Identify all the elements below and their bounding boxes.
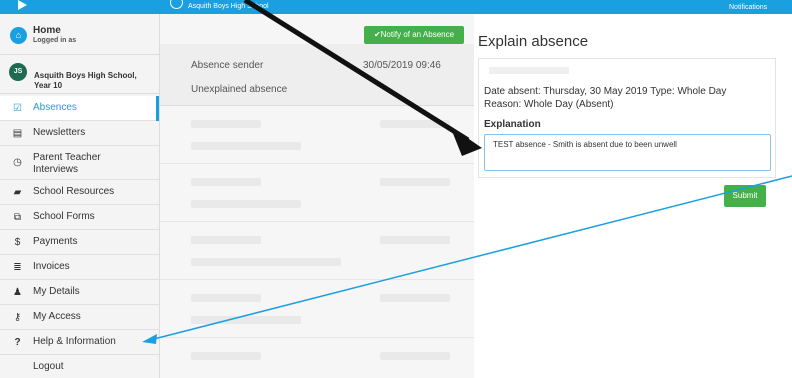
- placeholder-bar: [191, 316, 301, 324]
- sidebar-item-payments[interactable]: $ Payments: [0, 230, 159, 255]
- avatar: JS: [9, 63, 27, 81]
- folder-icon: ▰: [13, 187, 22, 198]
- list-item[interactable]: [160, 280, 474, 338]
- list-item[interactable]: [160, 164, 474, 222]
- absence-list-item[interactable]: Absence sender 30/05/2019 09:46 Unexplai…: [160, 44, 474, 106]
- placeholder-bar: [191, 294, 261, 302]
- sidebar-item-help-information[interactable]: ? Help & Information: [0, 330, 159, 355]
- sidebar-item-label: My Details: [33, 286, 80, 297]
- notify-absence-button[interactable]: ✔Notify of an Absence: [364, 26, 464, 44]
- sidebar-item-invoices[interactable]: ≣ Invoices: [0, 255, 159, 280]
- sidebar-item-label: My Access: [33, 311, 81, 322]
- notifications-link[interactable]: Notifications: [729, 4, 767, 11]
- placeholder-bar: [191, 352, 261, 360]
- placeholder-bar: [191, 258, 341, 266]
- sidebar-item-label: Invoices: [33, 261, 70, 272]
- date-absent-line: Date absent: Thursday, 30 May 2019 Type:…: [484, 86, 727, 97]
- absence-status: Unexplained absence: [191, 84, 288, 95]
- explanation-text: TEST absence - Smith is absent due to be…: [493, 140, 677, 149]
- absence-date: 30/05/2019 09:46: [363, 60, 441, 71]
- placeholder-bar: [191, 178, 261, 186]
- placeholder-bar: [191, 200, 301, 208]
- explanation-heading: Explanation: [484, 119, 541, 130]
- sidebar-item-label: Absences: [33, 102, 77, 113]
- profile-name: Asquith Boys High School, Year 10: [34, 71, 137, 90]
- sidebar-item-school-resources[interactable]: ▰ School Resources: [0, 180, 159, 205]
- dollar-icon: $: [14, 237, 21, 248]
- absence-sender-label: Absence sender: [191, 60, 264, 71]
- sidebar-item-label: Logout: [33, 361, 64, 372]
- sidebar: ⌂ Home Logged in as JS Asquith Boys High…: [0, 14, 160, 378]
- sidebar-item-label: Help & Information: [33, 336, 116, 347]
- list-item[interactable]: [160, 106, 474, 164]
- key-icon: ⚷: [13, 312, 22, 323]
- top-bar: Asquith Boys High School Notifications: [0, 0, 792, 14]
- list-icon: ≣: [13, 262, 22, 273]
- placeholder-bar: [489, 67, 569, 74]
- list-item[interactable]: [160, 338, 474, 378]
- explanation-field[interactable]: TEST absence - Smith is absent due to be…: [484, 134, 771, 171]
- placeholder-bar: [380, 236, 450, 244]
- absence-detail-card: Date absent: Thursday, 30 May 2019 Type:…: [478, 58, 776, 178]
- active-indicator: [156, 96, 159, 121]
- placeholder-bar: [191, 142, 301, 150]
- checkbox-icon: ☑: [13, 103, 22, 114]
- clock-icon: ◷: [13, 157, 22, 168]
- sidebar-item-newsletters[interactable]: ▤ Newsletters: [0, 121, 159, 146]
- sidebar-profile[interactable]: JS Asquith Boys High School, Year 10: [0, 54, 159, 94]
- copy-icon: ⧉: [13, 212, 22, 223]
- placeholder-bar: [191, 120, 261, 128]
- sidebar-item-school-forms[interactable]: ⧉ School Forms: [0, 205, 159, 230]
- sidebar-item-label: Newsletters: [33, 127, 86, 138]
- list-item[interactable]: [160, 222, 474, 280]
- logged-in-label: Logged in as: [33, 37, 77, 44]
- sidebar-item-label: Payments: [33, 236, 78, 247]
- absence-list: ✔Notify of an Absence Absence sender 30/…: [160, 14, 474, 378]
- help-icon: ?: [14, 337, 21, 348]
- sidebar-item-label: School Forms: [33, 211, 95, 222]
- placeholder-bar: [380, 352, 450, 360]
- sidebar-item-label: Parent Teacher Interviews: [33, 152, 101, 175]
- menu-toggle-icon[interactable]: [18, 0, 27, 10]
- user-icon: ♟: [13, 287, 22, 298]
- placeholder-bar: [380, 178, 450, 186]
- home-title: Home: [33, 25, 61, 36]
- school-name: Asquith Boys High School: [188, 3, 269, 10]
- sidebar-home[interactable]: ⌂ Home Logged in as: [0, 14, 159, 52]
- school-logo-icon: [170, 0, 183, 9]
- sidebar-item-absences[interactable]: ☑ Absences: [0, 96, 159, 121]
- placeholder-bar: [380, 294, 450, 302]
- placeholder-bar: [380, 120, 450, 128]
- sidebar-item-my-details[interactable]: ♟ My Details: [0, 280, 159, 305]
- newspaper-icon: ▤: [12, 128, 23, 139]
- submit-button[interactable]: Submit: [724, 185, 766, 207]
- sidebar-item-logout[interactable]: Logout: [0, 355, 159, 378]
- sidebar-item-parent-teacher-interviews[interactable]: ◷ Parent Teacher Interviews: [0, 146, 159, 180]
- placeholder-bar: [191, 236, 261, 244]
- home-icon: ⌂: [10, 27, 27, 44]
- sidebar-item-label: School Resources: [33, 186, 115, 197]
- sidebar-item-my-access[interactable]: ⚷ My Access: [0, 305, 159, 330]
- page-title: Explain absence: [478, 33, 589, 50]
- reason-line: Reason: Whole Day (Absent): [484, 99, 614, 110]
